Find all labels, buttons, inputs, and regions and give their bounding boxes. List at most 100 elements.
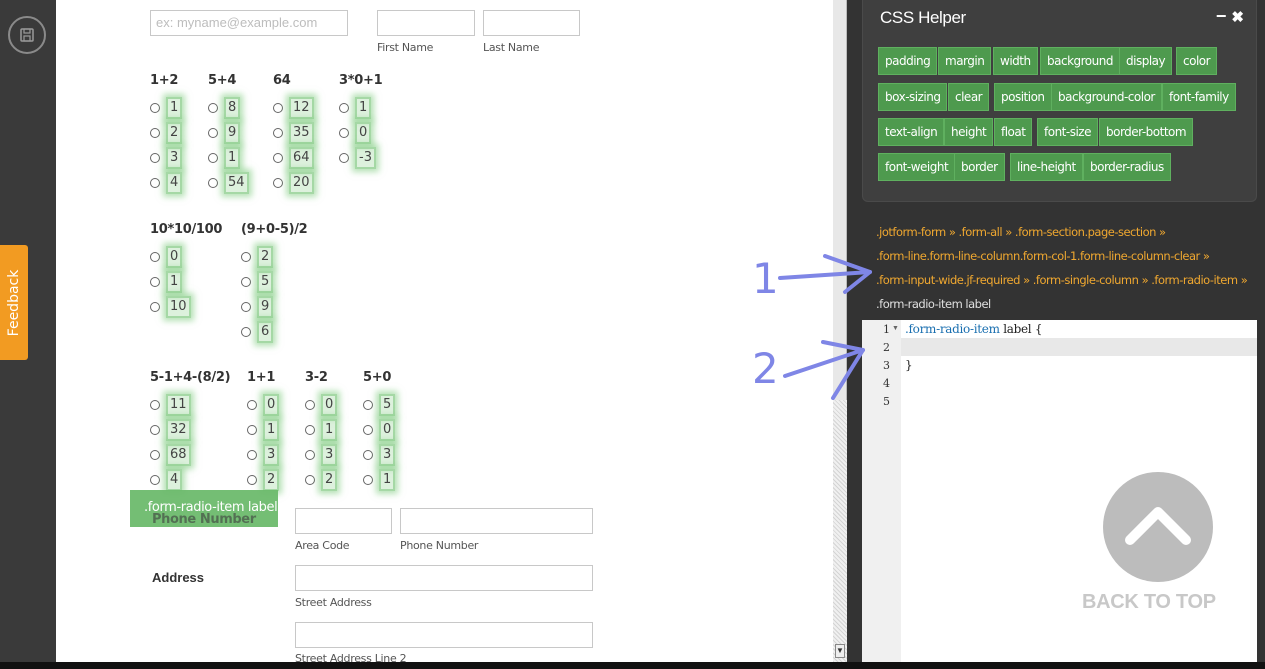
css-property-button[interactable]: position (994, 83, 1052, 111)
radio-button[interactable] (247, 450, 257, 460)
radio-button[interactable] (150, 128, 160, 138)
phone-number-field[interactable] (400, 508, 593, 534)
radio-button[interactable] (150, 400, 160, 410)
css-property-button[interactable]: float (994, 118, 1033, 146)
radio-option-label[interactable]: 0 (355, 122, 372, 144)
css-property-button[interactable]: border (954, 153, 1005, 181)
area-code-field[interactable] (295, 508, 392, 534)
radio-option[interactable]: 0 (247, 394, 280, 416)
css-property-button[interactable]: border-radius (1083, 153, 1171, 181)
css-property-button[interactable]: display (1119, 47, 1173, 75)
radio-option[interactable]: 2 (241, 246, 274, 268)
radio-option-label[interactable]: 6 (257, 321, 274, 343)
radio-button[interactable] (363, 400, 373, 410)
radio-option-label[interactable]: 0 (379, 419, 396, 441)
radio-option[interactable]: 3 (247, 444, 280, 466)
radio-button[interactable] (150, 153, 160, 163)
radio-option[interactable]: 1 (150, 97, 183, 119)
css-property-button[interactable]: background-color (1051, 83, 1162, 111)
radio-option-label[interactable]: 1 (224, 147, 241, 169)
radio-button[interactable] (150, 425, 160, 435)
radio-button[interactable] (339, 103, 349, 113)
radio-option[interactable]: 1 (363, 469, 396, 491)
code-line-1[interactable]: .form-radio-item label { (905, 322, 1042, 336)
radio-option[interactable]: 4 (150, 172, 183, 194)
radio-option[interactable]: 3 (363, 444, 396, 466)
radio-option[interactable]: 0 (305, 394, 338, 416)
radio-option[interactable]: 10 (150, 296, 191, 318)
radio-button[interactable] (339, 153, 349, 163)
css-property-button[interactable]: height (944, 118, 994, 146)
radio-option-label[interactable]: 32 (166, 419, 191, 441)
breadcrumb-line-1[interactable]: .jotform-form » .form-all » .form-sectio… (876, 225, 1166, 239)
radio-option-label[interactable]: 1 (263, 419, 280, 441)
radio-option[interactable]: 2 (247, 469, 280, 491)
radio-option-label[interactable]: 64 (289, 147, 314, 169)
radio-option[interactable]: 54 (208, 172, 249, 194)
radio-option-label[interactable]: 9 (224, 122, 241, 144)
code-line-3[interactable]: } (905, 358, 913, 372)
radio-option-label[interactable]: 0 (321, 394, 338, 416)
radio-option[interactable]: 1 (339, 97, 372, 119)
feedback-tab[interactable]: Feedback (0, 245, 28, 360)
radio-option[interactable]: 8 (208, 97, 241, 119)
css-property-button[interactable]: background (1040, 47, 1120, 75)
css-property-button[interactable]: padding (878, 47, 938, 75)
radio-option-label[interactable]: 3 (166, 147, 183, 169)
radio-button[interactable] (363, 450, 373, 460)
radio-option[interactable]: 4 (150, 469, 183, 491)
radio-button[interactable] (241, 252, 251, 262)
css-property-button[interactable]: border-bottom (1099, 118, 1194, 146)
css-property-button[interactable]: margin (938, 47, 992, 75)
radio-option-label[interactable]: 1 (321, 419, 338, 441)
radio-option[interactable]: 32 (150, 419, 191, 441)
radio-button[interactable] (241, 302, 251, 312)
css-property-button[interactable]: text-align (878, 118, 945, 146)
radio-button[interactable] (150, 178, 160, 188)
radio-button[interactable] (305, 450, 315, 460)
radio-button[interactable] (150, 450, 160, 460)
radio-option-label[interactable]: 1 (166, 97, 183, 119)
css-property-button[interactable]: width (993, 47, 1038, 75)
radio-option-label[interactable]: 2 (321, 469, 338, 491)
radio-option-label[interactable]: 0 (263, 394, 280, 416)
save-button[interactable] (8, 16, 46, 54)
email-field[interactable]: ex: myname@example.com (150, 10, 348, 36)
radio-button[interactable] (273, 128, 283, 138)
radio-option-label[interactable]: 2 (263, 469, 280, 491)
css-property-button[interactable]: line-height (1010, 153, 1083, 181)
fold-arrow-icon[interactable]: ▼ (892, 325, 899, 332)
radio-option-label[interactable]: 8 (224, 97, 241, 119)
radio-option[interactable]: 3 (305, 444, 338, 466)
radio-option-label[interactable]: 2 (257, 246, 274, 268)
css-property-button[interactable]: font-weight (878, 153, 956, 181)
radio-option-label[interactable]: 2 (166, 122, 183, 144)
street-address-field[interactable] (295, 565, 593, 591)
radio-option[interactable]: 35 (273, 122, 314, 144)
radio-option-label[interactable]: 35 (289, 122, 314, 144)
radio-button[interactable] (150, 277, 160, 287)
breadcrumb-line-2[interactable]: .form-line.form-line-column.form-col-1.f… (876, 249, 1210, 263)
back-to-top-button[interactable] (1103, 472, 1213, 582)
radio-button[interactable] (363, 475, 373, 485)
radio-option-label[interactable]: 5 (379, 394, 396, 416)
radio-option-label[interactable]: 5 (257, 271, 274, 293)
first-name-field[interactable] (377, 10, 475, 36)
radio-button[interactable] (339, 128, 349, 138)
radio-button[interactable] (150, 103, 160, 113)
radio-option[interactable]: 0 (363, 419, 396, 441)
last-name-field[interactable] (483, 10, 580, 36)
radio-option-label[interactable]: 12 (289, 97, 314, 119)
radio-option[interactable]: 2 (305, 469, 338, 491)
radio-option[interactable]: -3 (339, 147, 376, 169)
radio-button[interactable] (363, 425, 373, 435)
radio-button[interactable] (208, 128, 218, 138)
radio-button[interactable] (241, 327, 251, 337)
radio-option[interactable]: 11 (150, 394, 191, 416)
radio-option-label[interactable]: 54 (224, 172, 249, 194)
radio-option[interactable]: 3 (150, 147, 183, 169)
css-property-button[interactable]: font-size (1037, 118, 1098, 146)
radio-button[interactable] (241, 277, 251, 287)
radio-button[interactable] (247, 475, 257, 485)
radio-button[interactable] (208, 178, 218, 188)
